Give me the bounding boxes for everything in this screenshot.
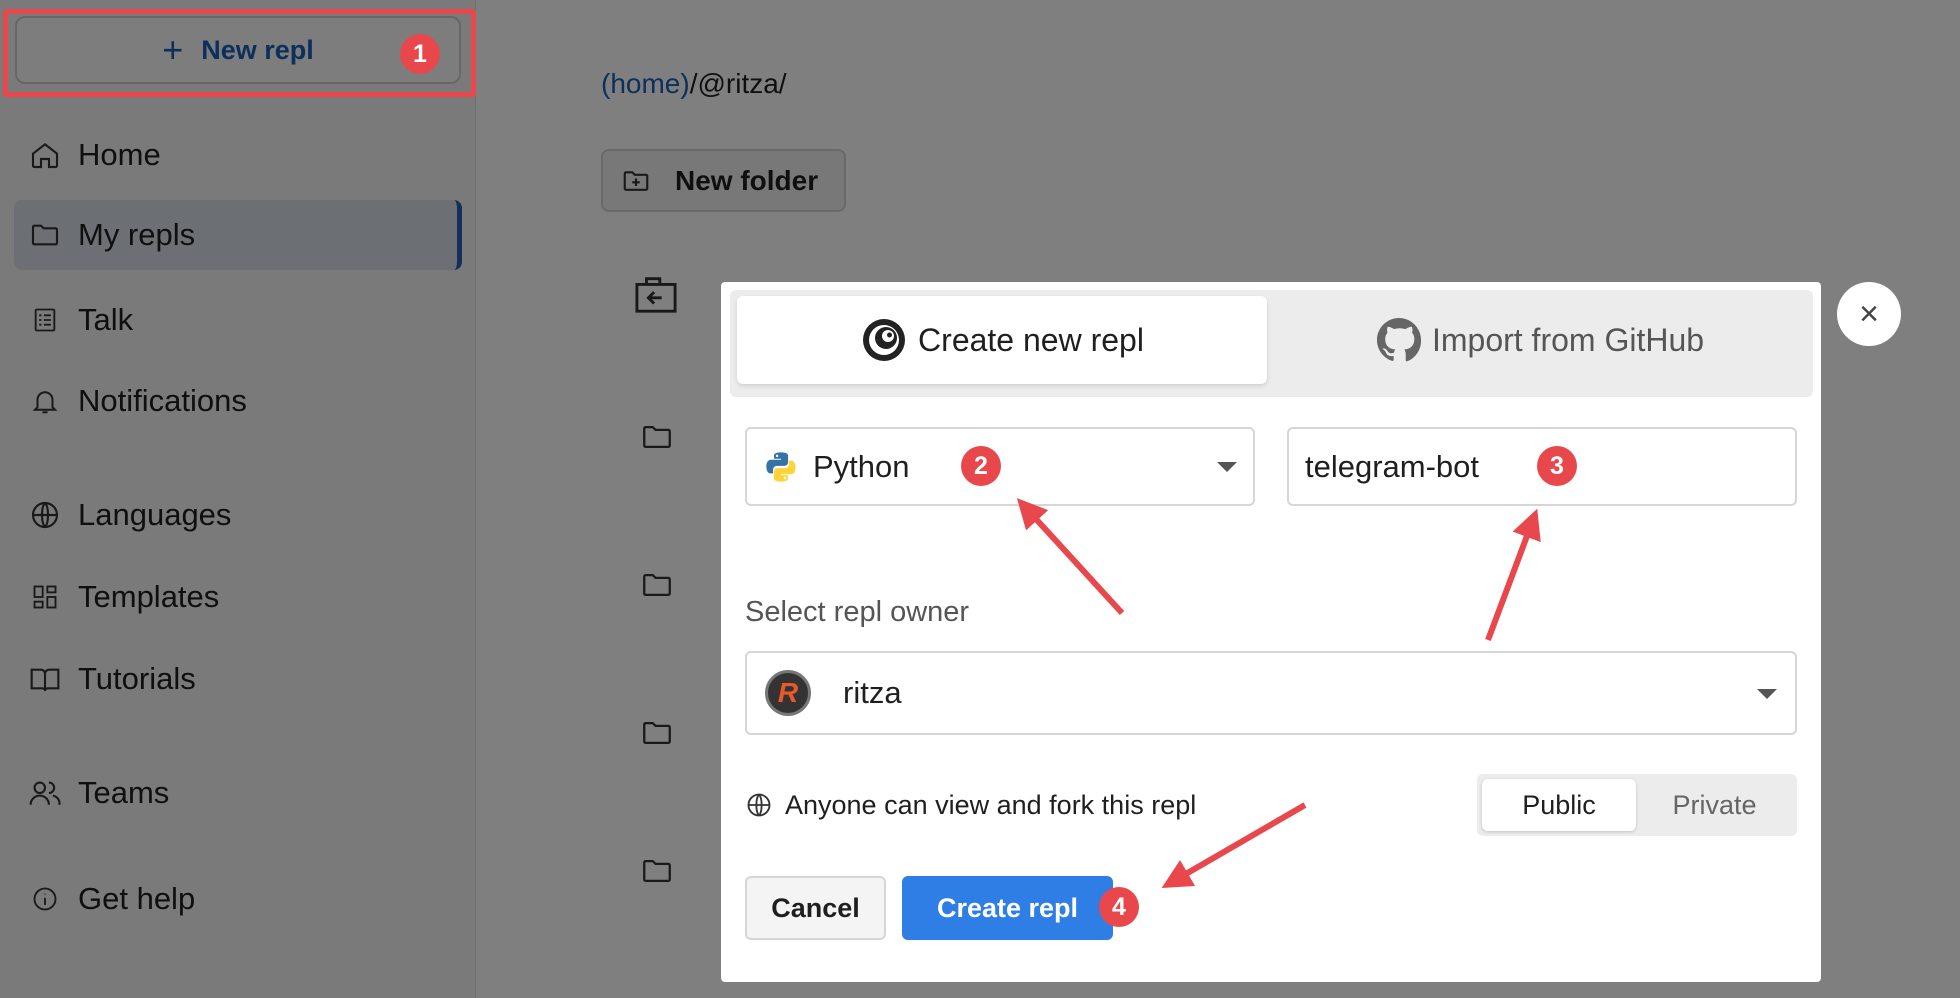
arrow-to-name: [1485, 508, 1541, 642]
step-badge: 1: [400, 34, 440, 74]
arrow-to-create: [1161, 802, 1307, 889]
step-badge: 4: [1099, 887, 1139, 927]
annotation-arrows: [1016, 498, 1541, 889]
arrow-to-language: [1016, 498, 1125, 616]
step-badge: 2: [961, 446, 1001, 486]
step-badge: 3: [1537, 446, 1577, 486]
